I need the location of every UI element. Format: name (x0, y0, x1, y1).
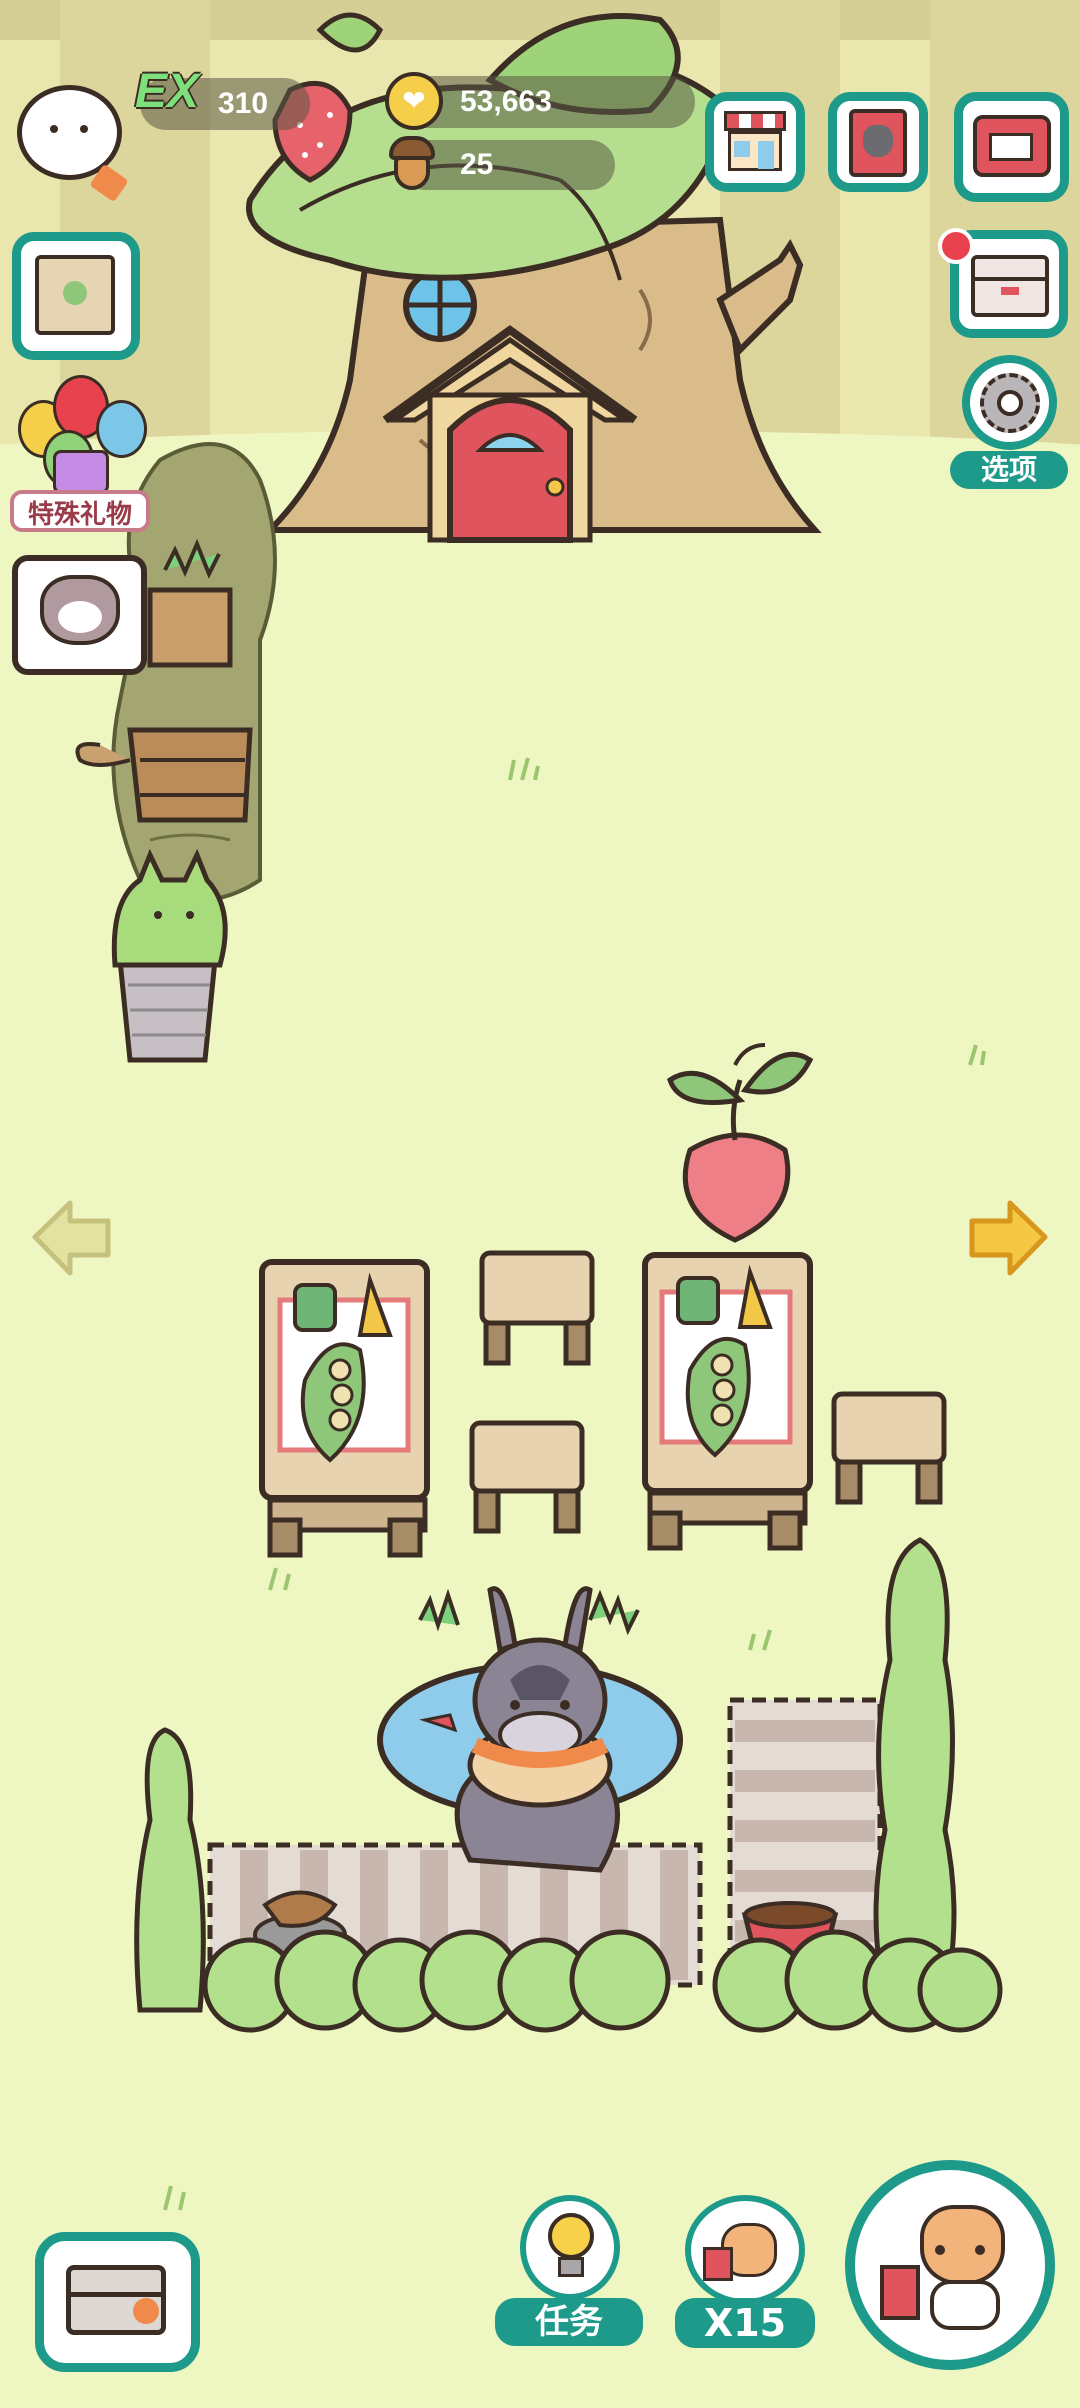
balloon-gift-icon (8, 370, 153, 494)
arrow-right-icon (969, 1200, 1048, 1276)
treasure-map-icon (35, 255, 115, 335)
dining-table-right[interactable] (642, 1252, 813, 1551)
lightbulb-icon (520, 2195, 620, 2300)
cats-counter-button[interactable]: X15 (675, 2195, 815, 2350)
arrow-left-icon (32, 1200, 111, 1276)
paw-coin-icon: ❤ (385, 72, 443, 130)
game-scene (0, 0, 1080, 2408)
storage-box-icon (971, 255, 1049, 317)
acorn-icon (385, 132, 439, 194)
map-button[interactable] (12, 232, 140, 360)
cats-multiplier-label: X15 (675, 2298, 815, 2348)
ex-badge: EX (135, 65, 200, 118)
ex-counter: EX 310 (135, 66, 310, 130)
nav-left-button[interactable] (30, 1195, 115, 1280)
cat-megaphone-icon (875, 2195, 1025, 2335)
mailbox-button[interactable] (954, 92, 1069, 202)
coin-value: 53,663 (460, 85, 552, 118)
cat-chat-icon (40, 575, 120, 645)
notification-dot (938, 228, 974, 264)
special-gift-button[interactable]: 特殊礼物 (8, 370, 153, 535)
mailbox-icon (973, 115, 1051, 177)
nav-right-button[interactable] (965, 1195, 1050, 1280)
acorn-value: 25 (460, 148, 494, 181)
delivery-box-button[interactable] (35, 2232, 200, 2372)
shop-button[interactable] (705, 92, 805, 192)
cat-stack-icon (685, 2195, 805, 2305)
cat-album-button[interactable] (828, 92, 928, 192)
delivery-box-icon (66, 2265, 166, 2335)
options-button[interactable]: 选项 (950, 355, 1070, 490)
ex-value: 310 (218, 87, 269, 120)
cat-chat-button[interactable] (12, 555, 147, 675)
coin-counter: ❤ 53,663 (385, 72, 695, 130)
tasks-button[interactable]: 任务 (490, 2195, 645, 2350)
summon-cat-button[interactable] (845, 2160, 1055, 2370)
dining-table-left[interactable] (259, 1259, 430, 1558)
gear-icon (962, 355, 1057, 450)
player-avatar[interactable] (12, 80, 129, 203)
options-label: 选项 (950, 451, 1068, 489)
shop-icon (724, 111, 786, 173)
cat-album-icon (849, 109, 907, 177)
special-gift-label: 特殊礼物 (10, 490, 150, 532)
tasks-label: 任务 (495, 2298, 643, 2346)
acorn-counter: 25 (389, 136, 615, 190)
